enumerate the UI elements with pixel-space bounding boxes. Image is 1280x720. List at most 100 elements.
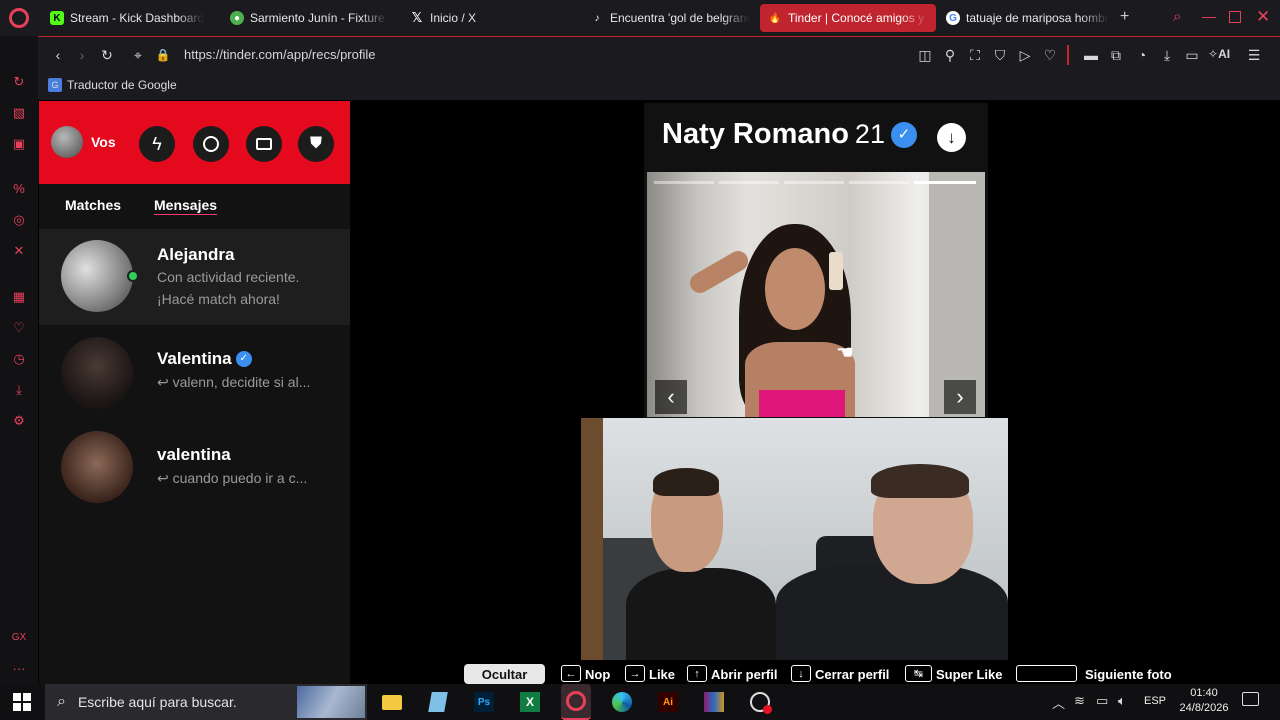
activity-text: Con actividad reciente.	[157, 269, 300, 285]
notifications-icon[interactable]	[1242, 692, 1259, 706]
user-profile-button[interactable]: Vos	[51, 126, 116, 158]
close-window-icon[interactable]: ✕	[1256, 7, 1272, 26]
contact-name: Valentina	[157, 349, 232, 368]
tab-matches[interactable]: Matches	[65, 197, 121, 213]
excel-icon[interactable]: X	[515, 687, 545, 717]
progress-segment	[784, 181, 844, 184]
more-icon[interactable]: ···	[11, 661, 27, 677]
windows-start-icon[interactable]	[13, 693, 31, 711]
tab-tiktok[interactable]: ♪ Encuentra 'gol de belgrano	[590, 4, 751, 32]
avatar	[61, 431, 133, 503]
search-highlight-image	[297, 686, 365, 718]
winrar-icon[interactable]	[699, 687, 729, 717]
illustrator-icon[interactable]: Ai	[653, 687, 683, 717]
previous-photo-button[interactable]: ‹	[655, 380, 687, 414]
minimize-icon[interactable]: —	[1202, 8, 1216, 26]
tab-x[interactable]: 𝕏 Inicio / X	[410, 4, 570, 32]
url-field[interactable]: https://tinder.com/app/recs/profile	[184, 47, 375, 62]
hide-label: Ocultar	[481, 666, 528, 682]
explore-button[interactable]	[193, 126, 229, 162]
extensions-icon[interactable]: ⧉	[1108, 47, 1124, 63]
wifi-icon[interactable]: ≋	[1074, 693, 1085, 709]
bookmark-heart-icon[interactable]: ♡	[1042, 47, 1058, 63]
vpn-shield-icon[interactable]: ⛉	[992, 47, 1008, 63]
heart-icon[interactable]: ♡	[11, 320, 27, 336]
shortcut-close-profile-label: Cerrar perfil	[815, 667, 890, 682]
soccer-icon: ●	[230, 11, 244, 25]
ai-label: AI	[1218, 47, 1231, 61]
restore-icon[interactable]	[1229, 11, 1241, 23]
battery-saver-icon[interactable]: ▭	[1184, 47, 1200, 63]
location-pin-icon[interactable]: ⌖	[130, 47, 146, 63]
taskbar-search[interactable]: ⌕ Escribe aquí para buscar.	[45, 684, 367, 720]
tab-kick[interactable]: K Stream - Kick Dashboard	[50, 4, 210, 32]
right-key-icon: →	[625, 665, 645, 682]
down-key-icon: ↓	[791, 665, 811, 682]
next-photo-button[interactable]: ›	[944, 380, 976, 414]
file-explorer-icon[interactable]	[377, 687, 407, 717]
volume-icon[interactable]: 🔈︎	[1118, 693, 1126, 709]
tab-tinder[interactable]: 🔥 Tinder | Conocé amigos y c	[760, 4, 936, 32]
account-icon[interactable]: ◔	[1134, 47, 1150, 63]
snapshot-icon[interactable]: ⛶	[967, 47, 983, 63]
new-tab-button[interactable]: +	[1120, 8, 1136, 28]
send-icon[interactable]: ▷	[1017, 47, 1033, 63]
tab-sarmiento[interactable]: ● Sarmiento Junín - Fixture,	[230, 4, 390, 32]
ai-button[interactable]: ✧AI	[1208, 47, 1230, 61]
photoshop-icon[interactable]: Ps	[469, 687, 499, 717]
verified-badge-icon: ✓	[890, 121, 917, 148]
verified-badge-icon: ✓	[235, 351, 252, 367]
pin-icon[interactable]: ⚲	[942, 47, 958, 63]
google-translate-icon: G	[48, 78, 62, 92]
forward-icon[interactable]: ›	[74, 47, 90, 63]
boost-button[interactable]: ϟ	[139, 126, 175, 162]
work-mode-button[interactable]	[246, 126, 282, 162]
x-icon[interactable]: ✕	[11, 243, 27, 259]
gx-icon[interactable]: GX	[11, 630, 27, 646]
downloads-icon[interactable]: ⤓	[1159, 47, 1175, 63]
conversation-row[interactable]: Alejandra Con actividad reciente. ¡Hacé …	[39, 229, 350, 325]
percent-icon[interactable]: %	[11, 181, 27, 197]
compass-icon	[203, 136, 219, 152]
download-icon[interactable]: ⤓	[11, 382, 27, 398]
shortcut-super-like-label: Super Like	[936, 667, 1003, 682]
chevron-up-icon[interactable]: ︿	[1052, 693, 1065, 712]
history-icon[interactable]: ◷	[11, 351, 27, 367]
conversation-row[interactable]: valentina ↩ cuando puedo ir a c...	[39, 421, 350, 517]
tab-messages[interactable]: Mensajes	[154, 197, 217, 213]
aria-icon[interactable]: ↻	[11, 74, 27, 90]
obs-icon[interactable]	[745, 687, 775, 717]
conversation-row[interactable]: Valentina ✓ ↩ valenn, decidite si al...	[39, 325, 350, 421]
hide-shortcuts-button[interactable]: Ocultar	[464, 664, 545, 684]
tab-google[interactable]: G tatuaje de mariposa hombr	[946, 4, 1112, 32]
up-key-icon: ↑	[687, 665, 707, 682]
bookmark-google-translate[interactable]: G Traductor de Google	[48, 78, 177, 92]
messenger-icon[interactable]: ▣	[11, 136, 27, 152]
reload-icon[interactable]: ↻	[99, 47, 115, 63]
easy-setup-icon[interactable]: ☰	[1246, 47, 1262, 63]
gamepad-icon[interactable]: ▬	[1083, 47, 1099, 63]
workspaces-icon[interactable]: ▦	[11, 289, 27, 305]
easy-setup-icon[interactable]: ▧	[11, 105, 27, 121]
opera-icon[interactable]	[561, 684, 591, 720]
progress-segment-active	[914, 181, 976, 184]
settings-icon[interactable]: ⚙	[11, 413, 27, 429]
search-tabs-icon[interactable]: ⌕	[1173, 8, 1191, 26]
clock[interactable]: 01:40 24/8/2026	[1172, 686, 1236, 716]
notepad-icon[interactable]	[423, 687, 453, 717]
profile-photo[interactable]	[647, 172, 985, 417]
whatsapp-icon[interactable]: ◎	[11, 212, 27, 228]
language-indicator[interactable]: ESP	[1144, 695, 1166, 707]
lock-icon[interactable]: 🔒	[155, 47, 171, 63]
open-profile-button[interactable]: ↓	[937, 123, 966, 152]
avatar	[51, 126, 83, 158]
tiktok-icon: ♪	[594, 12, 600, 24]
reply-arrow-icon: ↩	[157, 470, 173, 486]
split-view-icon[interactable]: ◫	[917, 47, 933, 63]
battery-icon[interactable]: ▭	[1096, 693, 1108, 709]
safety-button[interactable]: ⛊	[298, 126, 334, 162]
opera-logo-icon[interactable]	[9, 8, 29, 28]
edge-icon[interactable]	[607, 687, 637, 717]
back-icon[interactable]: ‹	[50, 47, 66, 63]
tab-label: Tinder | Conocé amigos y c	[788, 11, 928, 25]
